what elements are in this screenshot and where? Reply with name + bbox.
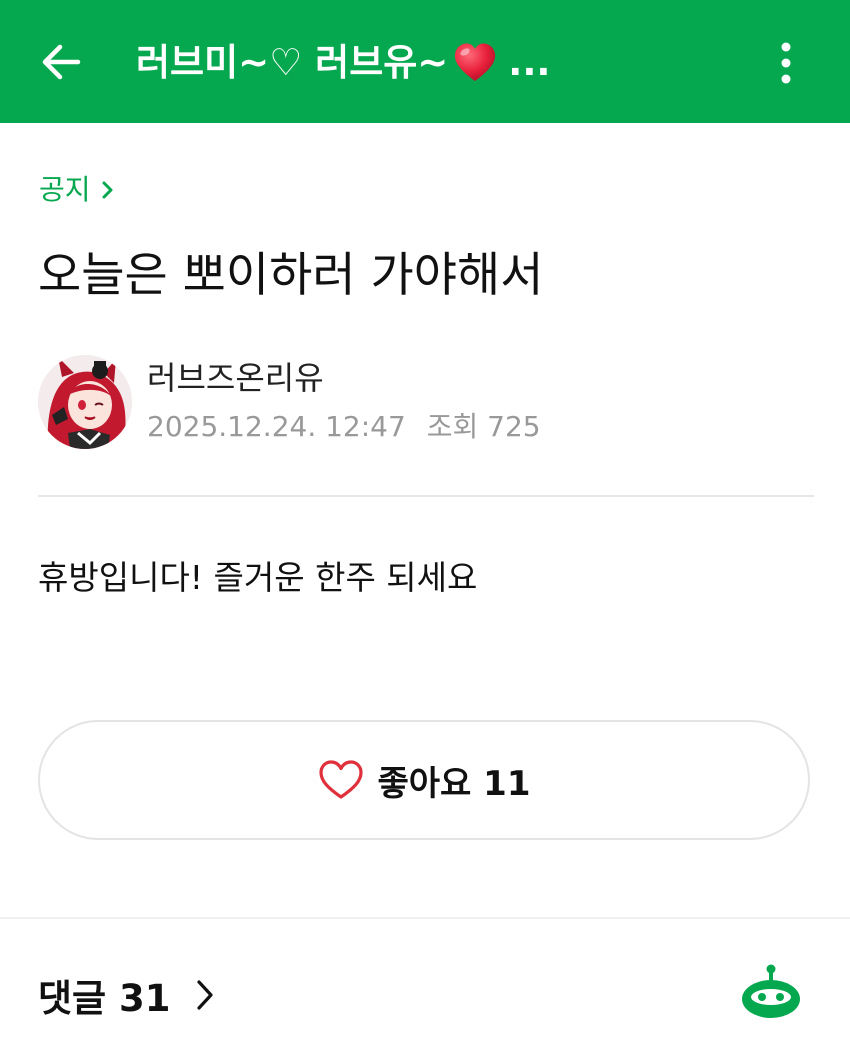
like-button[interactable]: 좋아요 11 <box>38 720 810 840</box>
author-avatar[interactable] <box>38 355 132 449</box>
section-divider <box>0 917 850 919</box>
comments-link[interactable]: 댓글 31 <box>38 968 214 1022</box>
heart-outline-icon <box>318 760 363 799</box>
back-arrow-icon[interactable] <box>38 38 86 86</box>
post-meta: 2025.12.24. 12:47 조회 725 <box>147 406 541 448</box>
bot-icon[interactable] <box>740 964 802 1020</box>
chevron-right-icon <box>197 980 214 1010</box>
category-link[interactable]: 공지 <box>39 168 115 212</box>
cafe-title-text: 러브미~♡ 러브유~ <box>136 41 449 84</box>
cafe-title: 러브미~♡ 러브유~ ... <box>136 36 676 90</box>
title-ellipsis: ... <box>508 41 551 84</box>
post-title: 오늘은 뽀이하러 가야해서 <box>38 248 544 303</box>
red-heart-icon <box>455 43 496 81</box>
post-date: 2025.12.24. 12:47 <box>147 410 406 443</box>
avatar-illustration <box>38 355 132 449</box>
post-body: 휴방입니다! 즐거운 한주 되세요 <box>38 558 478 597</box>
like-label: 좋아요 11 <box>377 763 531 804</box>
view-count: 조회 725 <box>426 410 541 443</box>
comments-label: 댓글 31 <box>38 977 171 1020</box>
author-name[interactable]: 러브즈온리유 <box>147 356 324 400</box>
chevron-right-icon <box>102 181 113 199</box>
category-label: 공지 <box>39 173 91 206</box>
divider <box>38 495 814 497</box>
app-header: 러브미~♡ 러브유~ ... <box>0 0 850 123</box>
more-options-icon[interactable] <box>766 40 806 86</box>
